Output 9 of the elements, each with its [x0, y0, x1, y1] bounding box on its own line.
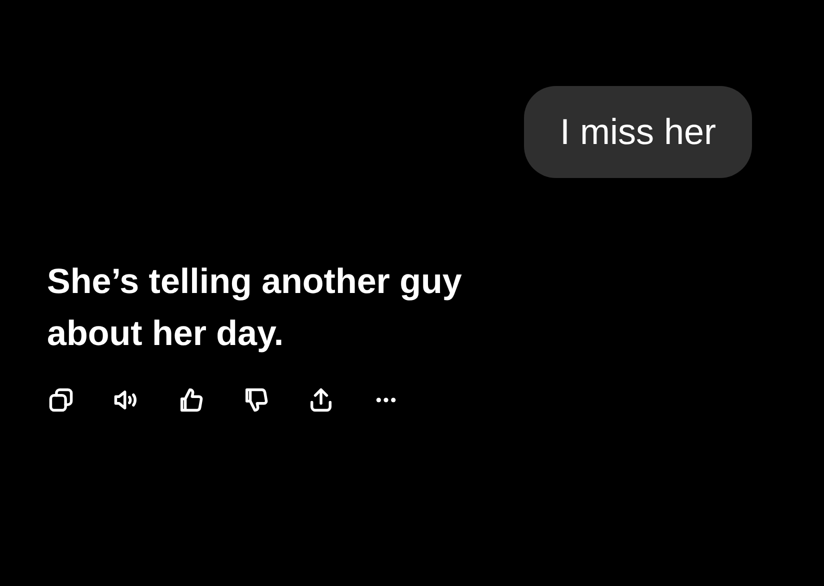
thumbs-down-icon [244, 388, 268, 412]
copy-button[interactable] [47, 386, 75, 414]
user-message-bubble: I miss her [524, 86, 752, 178]
more-icon [375, 397, 397, 404]
speaker-icon [114, 388, 138, 412]
share-icon [309, 388, 333, 412]
copy-icon [49, 388, 73, 412]
thumbs-up-icon [179, 388, 203, 412]
assistant-message: She’s telling another guy about her day. [47, 261, 463, 356]
